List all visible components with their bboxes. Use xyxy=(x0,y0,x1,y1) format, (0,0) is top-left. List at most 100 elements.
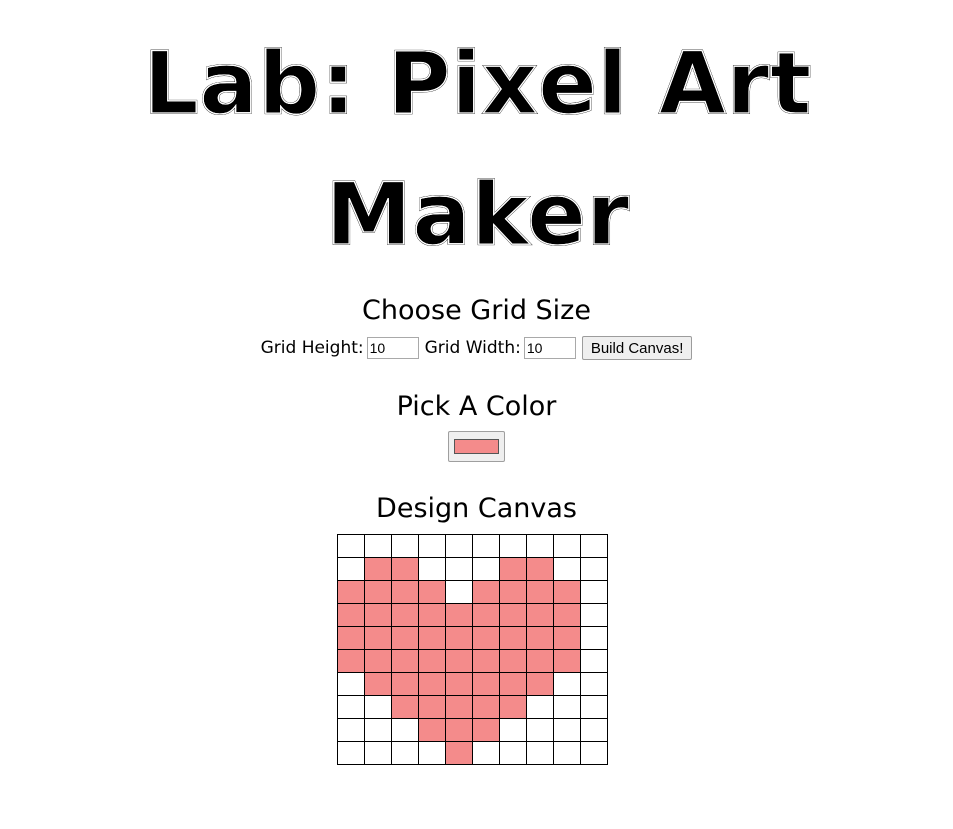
canvas-cell[interactable] xyxy=(391,557,419,581)
canvas-cell[interactable] xyxy=(499,626,527,650)
canvas-cell[interactable] xyxy=(445,649,473,673)
canvas-cell[interactable] xyxy=(580,741,608,765)
canvas-cell[interactable] xyxy=(526,534,554,558)
canvas-cell[interactable] xyxy=(526,557,554,581)
canvas-cell[interactable] xyxy=(472,603,500,627)
canvas-cell[interactable] xyxy=(499,534,527,558)
canvas-cell[interactable] xyxy=(472,557,500,581)
canvas-cell[interactable] xyxy=(499,695,527,719)
canvas-cell[interactable] xyxy=(418,534,446,558)
canvas-cell[interactable] xyxy=(580,672,608,696)
canvas-cell[interactable] xyxy=(364,557,392,581)
canvas-cell[interactable] xyxy=(580,557,608,581)
canvas-cell[interactable] xyxy=(580,534,608,558)
canvas-cell[interactable] xyxy=(445,603,473,627)
canvas-cell[interactable] xyxy=(418,649,446,673)
canvas-cell[interactable] xyxy=(445,695,473,719)
canvas-cell[interactable] xyxy=(337,603,365,627)
canvas-cell[interactable] xyxy=(553,626,581,650)
canvas-cell[interactable] xyxy=(499,603,527,627)
canvas-cell[interactable] xyxy=(391,672,419,696)
canvas-cell[interactable] xyxy=(391,626,419,650)
canvas-cell[interactable] xyxy=(391,695,419,719)
canvas-cell[interactable] xyxy=(364,649,392,673)
canvas-cell[interactable] xyxy=(391,718,419,742)
canvas-cell[interactable] xyxy=(418,672,446,696)
canvas-cell[interactable] xyxy=(553,741,581,765)
canvas-cell[interactable] xyxy=(526,603,554,627)
canvas-cell[interactable] xyxy=(337,557,365,581)
canvas-cell[interactable] xyxy=(472,626,500,650)
canvas-cell[interactable] xyxy=(445,718,473,742)
canvas-cell[interactable] xyxy=(337,695,365,719)
canvas-cell[interactable] xyxy=(364,672,392,696)
canvas-cell[interactable] xyxy=(391,741,419,765)
canvas-cell[interactable] xyxy=(364,718,392,742)
canvas-cell[interactable] xyxy=(553,603,581,627)
canvas-cell[interactable] xyxy=(445,741,473,765)
canvas-cell[interactable] xyxy=(553,534,581,558)
canvas-cell[interactable] xyxy=(337,534,365,558)
canvas-cell[interactable] xyxy=(553,672,581,696)
canvas-cell[interactable] xyxy=(526,580,554,604)
canvas-cell[interactable] xyxy=(445,580,473,604)
canvas-cell[interactable] xyxy=(580,718,608,742)
canvas-cell[interactable] xyxy=(391,580,419,604)
canvas-cell[interactable] xyxy=(580,626,608,650)
canvas-cell[interactable] xyxy=(526,741,554,765)
canvas-cell[interactable] xyxy=(499,741,527,765)
canvas-cell[interactable] xyxy=(364,534,392,558)
canvas-cell[interactable] xyxy=(337,741,365,765)
canvas-cell[interactable] xyxy=(364,580,392,604)
canvas-cell[interactable] xyxy=(526,695,554,719)
canvas-cell[interactable] xyxy=(445,557,473,581)
canvas-cell[interactable] xyxy=(526,718,554,742)
canvas-cell[interactable] xyxy=(364,695,392,719)
canvas-cell[interactable] xyxy=(364,741,392,765)
canvas-cell[interactable] xyxy=(499,672,527,696)
canvas-cell[interactable] xyxy=(472,672,500,696)
canvas-cell[interactable] xyxy=(553,718,581,742)
canvas-cell[interactable] xyxy=(391,534,419,558)
canvas-cell[interactable] xyxy=(472,695,500,719)
canvas-cell[interactable] xyxy=(337,672,365,696)
canvas-cell[interactable] xyxy=(337,718,365,742)
canvas-cell[interactable] xyxy=(337,649,365,673)
canvas-cell[interactable] xyxy=(580,603,608,627)
canvas-cell[interactable] xyxy=(526,649,554,673)
canvas-cell[interactable] xyxy=(499,557,527,581)
canvas-cell[interactable] xyxy=(418,718,446,742)
canvas-cell[interactable] xyxy=(553,580,581,604)
canvas-cell[interactable] xyxy=(418,626,446,650)
grid-height-input[interactable] xyxy=(366,337,419,359)
canvas-cell[interactable] xyxy=(364,603,392,627)
canvas-cell[interactable] xyxy=(553,557,581,581)
canvas-cell[interactable] xyxy=(418,695,446,719)
canvas-cell[interactable] xyxy=(499,649,527,673)
canvas-cell[interactable] xyxy=(499,580,527,604)
canvas-cell[interactable] xyxy=(418,603,446,627)
canvas-cell[interactable] xyxy=(418,557,446,581)
canvas-cell[interactable] xyxy=(526,626,554,650)
canvas-cell[interactable] xyxy=(580,695,608,719)
canvas-cell[interactable] xyxy=(391,649,419,673)
canvas-cell[interactable] xyxy=(472,741,500,765)
color-picker[interactable] xyxy=(448,431,505,462)
canvas-cell[interactable] xyxy=(418,741,446,765)
canvas-cell[interactable] xyxy=(445,534,473,558)
canvas-cell[interactable] xyxy=(445,626,473,650)
canvas-cell[interactable] xyxy=(472,580,500,604)
canvas-cell[interactable] xyxy=(553,695,581,719)
canvas-cell[interactable] xyxy=(580,649,608,673)
canvas-cell[interactable] xyxy=(391,603,419,627)
canvas-cell[interactable] xyxy=(472,534,500,558)
canvas-cell[interactable] xyxy=(499,718,527,742)
canvas-cell[interactable] xyxy=(337,626,365,650)
canvas-cell[interactable] xyxy=(364,626,392,650)
build-canvas-button[interactable]: Build Canvas! xyxy=(581,336,693,360)
canvas-cell[interactable] xyxy=(526,672,554,696)
canvas-cell[interactable] xyxy=(472,649,500,673)
canvas-cell[interactable] xyxy=(580,580,608,604)
canvas-cell[interactable] xyxy=(472,718,500,742)
canvas-cell[interactable] xyxy=(445,672,473,696)
